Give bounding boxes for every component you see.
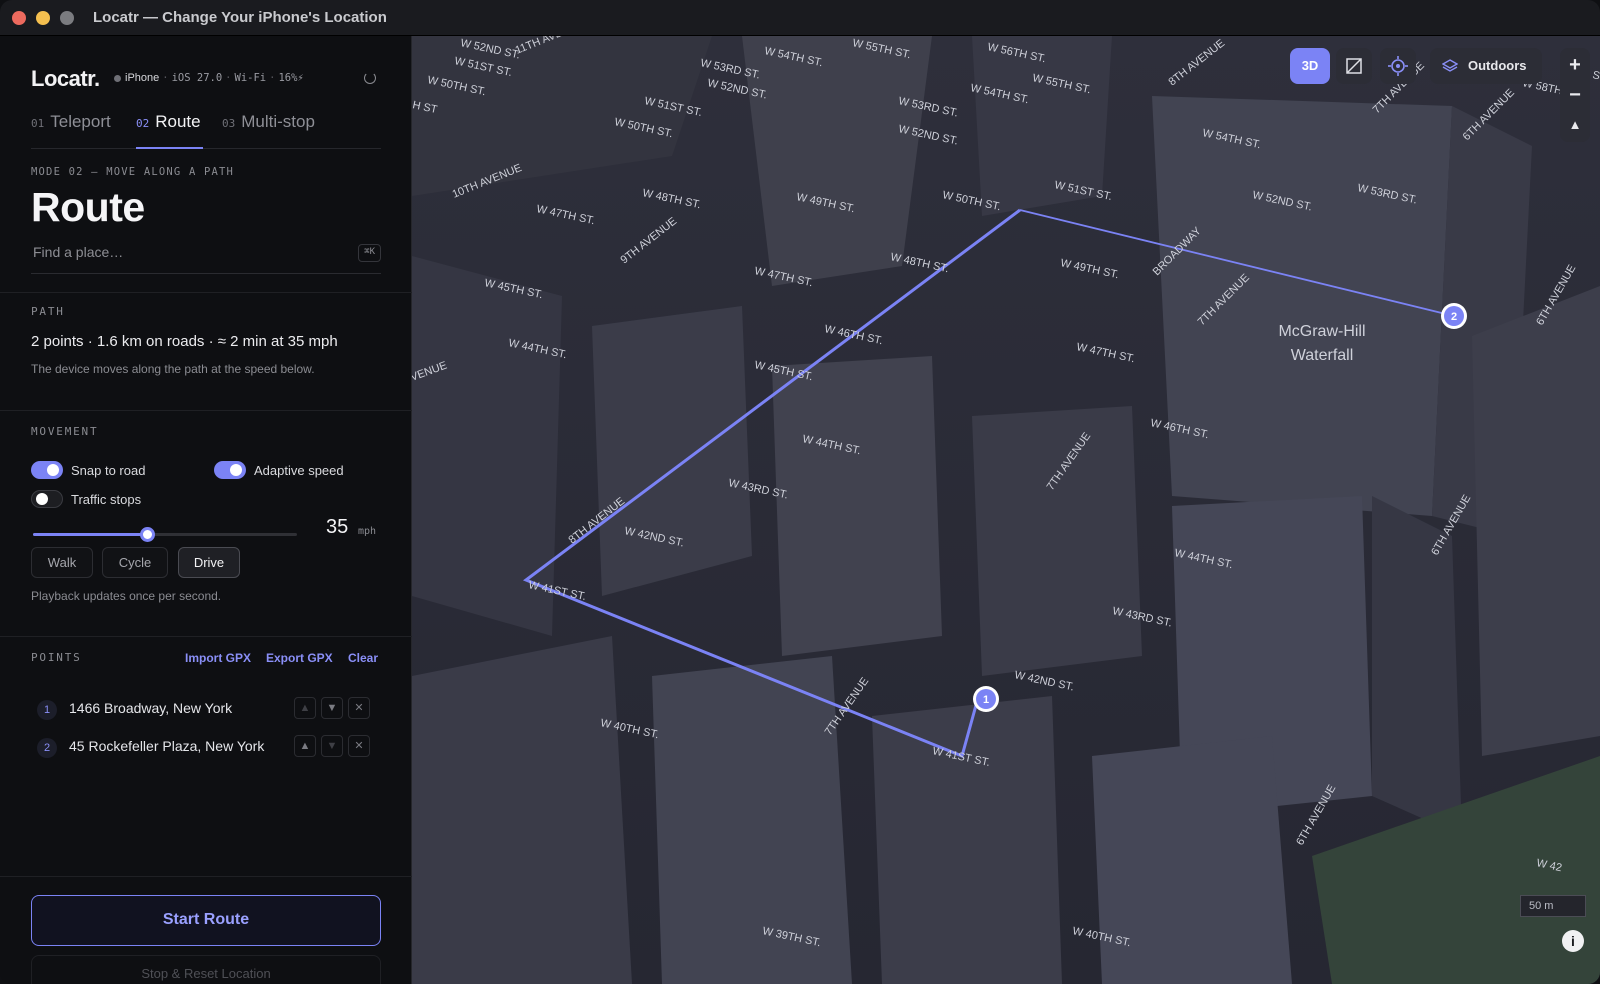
snap-to-road-label: Snap to road: [71, 463, 146, 478]
path-section-label: PATH: [31, 305, 65, 318]
mode-label: MODE 02 — MOVE ALONG A PATH: [31, 166, 235, 178]
sidebar: Locatr. iPhone · iOS 27.0 · Wi-Fi · 16%⚡ 01 Tel…: [0, 36, 412, 984]
minimize-window-button[interactable]: [36, 11, 50, 25]
place-search: ⌘K: [31, 236, 381, 274]
connection-type: Wi-Fi: [234, 72, 267, 84]
connection-dot-icon: [114, 74, 121, 82]
shortcut-hint: ⌘K: [358, 244, 381, 262]
traffic-stops-label: Traffic stops: [71, 492, 142, 507]
zoom-in-button[interactable]: +: [1560, 50, 1590, 80]
mode-tabs: 01 Teleport 02 Route 03 Multi-stop: [31, 112, 381, 149]
divider: [0, 410, 412, 411]
tab-route[interactable]: 02 Route: [136, 112, 203, 149]
device-status: iPhone · iOS 27.0 · Wi-Fi · 16%⚡: [114, 72, 304, 84]
action-footer: Start Route Stop & Reset Location: [0, 876, 412, 984]
import-gpx-link[interactable]: Import GPX: [185, 651, 251, 665]
remove-point-icon[interactable]: ✕: [348, 697, 370, 719]
point-number: 1: [37, 700, 57, 720]
3d-toggle-button[interactable]: 3D: [1290, 48, 1330, 84]
adaptive-speed-label: Adaptive speed: [254, 463, 344, 478]
divider: [0, 292, 412, 293]
route-marker[interactable]: 1: [973, 686, 999, 712]
zoom-out-button[interactable]: −: [1560, 80, 1590, 110]
window-title: Locatr — Change Your iPhone's Location: [93, 9, 387, 26]
point-address: 1466 Broadway, New York: [69, 700, 233, 716]
layers-icon: [1442, 59, 1458, 72]
speed-value: 35: [326, 516, 349, 538]
street-label: S: [1591, 69, 1600, 82]
scale-bar: 50 m: [1520, 895, 1586, 917]
page-title: Route: [31, 184, 145, 230]
adaptive-speed-toggle[interactable]: [214, 461, 246, 479]
move-up-icon[interactable]: ▲: [294, 697, 316, 719]
search-input[interactable]: [31, 240, 331, 264]
path-summary: 2 points · 1.6 km on roads · ≈ 2 min at …: [31, 333, 338, 350]
speed-slider[interactable]: [33, 525, 297, 545]
close-window-button[interactable]: [12, 11, 26, 25]
zoom-controls: + − ▲: [1560, 48, 1590, 142]
info-icon[interactable]: i: [1562, 930, 1584, 952]
traffic-stops-toggle[interactable]: [31, 490, 63, 508]
start-route-button[interactable]: Start Route: [31, 895, 381, 946]
refresh-icon[interactable]: [364, 72, 376, 84]
device-name: iPhone: [125, 72, 160, 84]
playback-note: Playback updates once per second.: [31, 589, 222, 603]
drive-button[interactable]: Drive: [178, 547, 240, 578]
cycle-button[interactable]: Cycle: [102, 547, 168, 578]
point-number: 2: [37, 738, 57, 758]
clear-points-link[interactable]: Clear: [348, 651, 378, 665]
snap-to-road-toggle[interactable]: [31, 461, 63, 479]
route-marker[interactable]: 2: [1441, 303, 1467, 329]
remove-point-icon[interactable]: ✕: [348, 735, 370, 757]
map-style-label: Outdoors: [1468, 58, 1527, 73]
battery-level: 16%⚡: [278, 72, 304, 84]
speed-slider-thumb[interactable]: [139, 527, 155, 542]
walk-button[interactable]: Walk: [31, 547, 93, 578]
map-style-button[interactable]: Outdoors: [1430, 48, 1542, 84]
move-down-icon[interactable]: ▼: [321, 697, 343, 719]
points-section-label: POINTS: [31, 651, 82, 664]
marker-label: 1: [983, 694, 989, 706]
locate-icon[interactable]: [1380, 48, 1416, 84]
path-hint: The device moves along the path at the s…: [31, 362, 315, 376]
point-row: 2 45 Rockefeller Plaza, New York ▲ ▼ ✕: [37, 732, 377, 762]
app-window: Locatr — Change Your iPhone's Location L…: [0, 0, 1600, 984]
poi-label: Waterfall: [1291, 347, 1354, 364]
ios-version: iOS 27.0: [171, 72, 223, 84]
point-address: 45 Rockefeller Plaza, New York: [69, 738, 265, 754]
poi-label: McGraw-Hill: [1278, 323, 1365, 340]
compass-icon[interactable]: ▲: [1560, 110, 1590, 140]
map-view[interactable]: 1 2 McGraw-Hill Waterfall W 52ND ST.11TH…: [412, 36, 1600, 984]
point-row: 1 1466 Broadway, New York ▲ ▼ ✕: [37, 694, 377, 724]
zoom-window-button[interactable]: [60, 11, 74, 25]
app-logo: Locatr.: [31, 66, 100, 91]
map-layer-icon[interactable]: [1336, 48, 1372, 84]
marker-label: 2: [1451, 311, 1457, 323]
move-down-icon[interactable]: ▼: [321, 735, 343, 757]
map-canvas[interactable]: 1 2 McGraw-Hill Waterfall W 52ND ST.11TH…: [412, 36, 1600, 984]
export-gpx-link[interactable]: Export GPX: [266, 651, 333, 665]
move-up-icon[interactable]: ▲: [294, 735, 316, 757]
speed-unit: mph: [358, 526, 377, 537]
title-bar: Locatr — Change Your iPhone's Location: [0, 0, 1600, 36]
stop-reset-button[interactable]: Stop & Reset Location: [31, 955, 381, 984]
tab-teleport[interactable]: 01 Teleport: [31, 112, 119, 149]
divider: [0, 636, 412, 637]
movement-section-label: MOVEMENT: [31, 425, 99, 438]
tab-multi-stop[interactable]: 03 Multi-stop: [222, 112, 327, 149]
